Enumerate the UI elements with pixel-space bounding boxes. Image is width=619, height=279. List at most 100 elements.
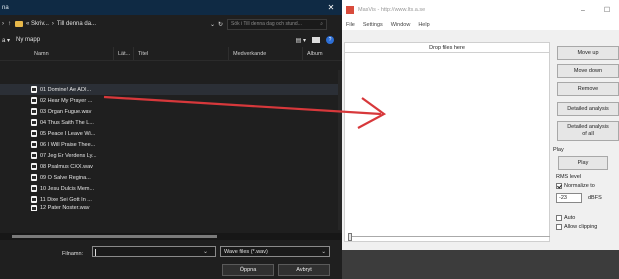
wav-file-icon: [31, 174, 37, 181]
wav-file-icon: [31, 86, 37, 93]
close-icon[interactable]: ✕: [320, 3, 342, 12]
list-item[interactable]: 11 Dixe Sei Gott In ...: [0, 194, 342, 205]
rms-group-label: RMS level: [556, 174, 582, 180]
list-item[interactable]: 05 Peace I Leave Wi...: [0, 128, 342, 139]
chevron-down-icon[interactable]: ⌄: [203, 248, 208, 255]
breadcrumb-item[interactable]: Till denna da...: [57, 21, 96, 27]
file-name: 04 Thus Saith The L...: [40, 119, 94, 126]
detailed-analysis-all-button[interactable]: Detailed analysis of all: [557, 121, 619, 141]
menu-file[interactable]: File: [346, 22, 355, 28]
list-item[interactable]: 09 O Salve Regina...: [0, 172, 342, 183]
app-logo-icon: [346, 6, 354, 14]
breadcrumb-item[interactable]: « Skriv...: [26, 21, 49, 27]
clipping-label: Allow clipping: [564, 224, 598, 230]
normalize-checkbox[interactable]: [556, 183, 562, 189]
search-placeholder: Sök i Till denna dag och stund...: [231, 21, 302, 27]
normalize-checkbox-row[interactable]: Normalize to: [556, 183, 595, 189]
remove-button[interactable]: Remove: [557, 82, 619, 96]
desktop-background: [342, 250, 619, 279]
menu-bar: File Settings Window Help: [342, 20, 619, 30]
auto-checkbox-row[interactable]: Auto: [556, 215, 575, 221]
wav-file-icon: [31, 119, 37, 126]
chevron-down-icon: ⌄: [321, 249, 326, 255]
filename-input[interactable]: [92, 246, 216, 257]
dialog-titlebar: na ✕: [0, 0, 342, 15]
list-item[interactable]: 07 Jeg Er Verdens Ly...: [0, 150, 342, 161]
view-options-icon[interactable]: ▤ ▾: [296, 37, 306, 44]
dialog-navbar: › ↑ « Skriv... › Till denna da... ⌄ ↻ Sö…: [0, 15, 342, 33]
dialog-title: na: [2, 4, 9, 11]
column-track[interactable]: Lät...: [114, 47, 134, 60]
move-down-button[interactable]: Move down: [557, 64, 619, 78]
detailed-analysis-button[interactable]: Detailed analysis: [557, 102, 619, 116]
list-item[interactable]: 08 Psalmus CXX.wav: [0, 161, 342, 172]
column-album[interactable]: Album: [303, 47, 333, 60]
dialog-toolbar: a ▾ Ny mapp ▤ ▾ ?: [0, 33, 342, 47]
open-button[interactable]: Öppna: [222, 264, 274, 276]
wav-file-icon: [31, 196, 37, 203]
horizontal-scrollbar[interactable]: [0, 233, 342, 240]
wav-file-icon: [31, 141, 37, 148]
play-group-label: Play: [553, 147, 564, 153]
play-button[interactable]: Play: [558, 156, 608, 170]
list-item[interactable]: 03 Organ Fugue.wav: [0, 106, 342, 117]
list-item[interactable]: 06 I Will Praise Thee...: [0, 139, 342, 150]
menu-help[interactable]: Help: [418, 22, 429, 28]
new-folder-button[interactable]: Ny mapp: [16, 37, 40, 43]
preview-pane-icon[interactable]: [312, 37, 320, 43]
file-name: 03 Organ Fugue.wav: [40, 108, 92, 115]
auto-checkbox[interactable]: [556, 215, 562, 221]
list-item[interactable]: 10 Jesu Dulcis Mem...: [0, 183, 342, 194]
cancel-button[interactable]: Avbryt: [278, 264, 330, 276]
minimize-icon[interactable]: –: [571, 7, 595, 14]
wav-file-icon: [31, 108, 37, 115]
maximize-icon[interactable]: ☐: [595, 6, 619, 14]
menu-settings[interactable]: Settings: [363, 22, 383, 28]
back-arrow-icon[interactable]: ›: [2, 21, 4, 27]
search-input[interactable]: Sök i Till denna dag och stund... ⌕: [227, 18, 327, 30]
file-name: 01 Domine! Ae ADI...: [40, 86, 92, 93]
file-name: 11 Dixe Sei Gott In ...: [40, 196, 92, 203]
column-name[interactable]: Namn: [30, 47, 114, 60]
masvis-titlebar: MasVis - http://www.lts.a.se – ☐: [342, 0, 619, 20]
file-list: 01 Domine! Ae ADI... 02 Hear My Prayer .…: [0, 84, 342, 211]
position-slider[interactable]: [348, 233, 550, 241]
list-item[interactable]: 04 Thus Saith The L...: [0, 117, 342, 128]
chevron-down-icon[interactable]: ⌄: [210, 21, 215, 28]
clipping-checkbox[interactable]: [556, 224, 562, 230]
wav-file-icon: [31, 163, 37, 170]
filetype-select[interactable]: Wave files (*.wav) ⌄: [220, 246, 330, 257]
scrollbar-thumb[interactable]: [12, 235, 217, 238]
wav-file-icon: [31, 185, 37, 192]
drop-zone-label: Drop files here: [345, 43, 549, 53]
column-header-row: Namn Lät... Titel Medverkande Album: [0, 47, 342, 61]
detailed-all-line1: Detailed analysis: [567, 124, 609, 130]
window-title: MasVis - http://www.lts.a.se: [358, 7, 426, 13]
move-up-button[interactable]: Move up: [557, 46, 619, 60]
clipping-checkbox-row[interactable]: Allow clipping: [556, 224, 597, 230]
address-bar[interactable]: « Skriv... › Till denna da... ⌄ ↻: [15, 21, 223, 28]
list-item[interactable]: 12 Pater Noster.wav: [0, 205, 342, 211]
level-input[interactable]: -23: [556, 193, 582, 203]
file-name: 06 I Will Praise Thee...: [40, 141, 96, 148]
file-name: 10 Jesu Dulcis Mem...: [40, 185, 95, 192]
list-item[interactable]: 02 Hear My Prayer ...: [0, 95, 342, 106]
slider-handle[interactable]: [348, 233, 352, 241]
file-name: 07 Jeg Er Verdens Ly...: [40, 152, 97, 159]
help-icon[interactable]: ?: [326, 36, 334, 44]
list-item[interactable]: 01 Domine! Ae ADI...: [0, 84, 342, 95]
filetype-value: Wave files (*.wav): [224, 249, 268, 255]
wav-file-icon: [31, 205, 37, 211]
file-name: 09 O Salve Regina...: [40, 174, 91, 181]
column-artist[interactable]: Medverkande: [229, 47, 303, 60]
column-spacer: [0, 47, 30, 60]
organize-chevron-icon[interactable]: a ▾: [2, 37, 10, 44]
detailed-all-line2: of all: [582, 131, 594, 137]
drop-zone[interactable]: Drop files here: [344, 42, 550, 242]
menu-window[interactable]: Window: [391, 22, 411, 28]
up-arrow-icon[interactable]: ↑: [8, 21, 11, 27]
chevron-right-icon: ›: [51, 21, 54, 27]
refresh-icon[interactable]: ↻: [218, 21, 223, 28]
file-name: 08 Psalmus CXX.wav: [40, 163, 93, 170]
column-title[interactable]: Titel: [134, 47, 229, 60]
